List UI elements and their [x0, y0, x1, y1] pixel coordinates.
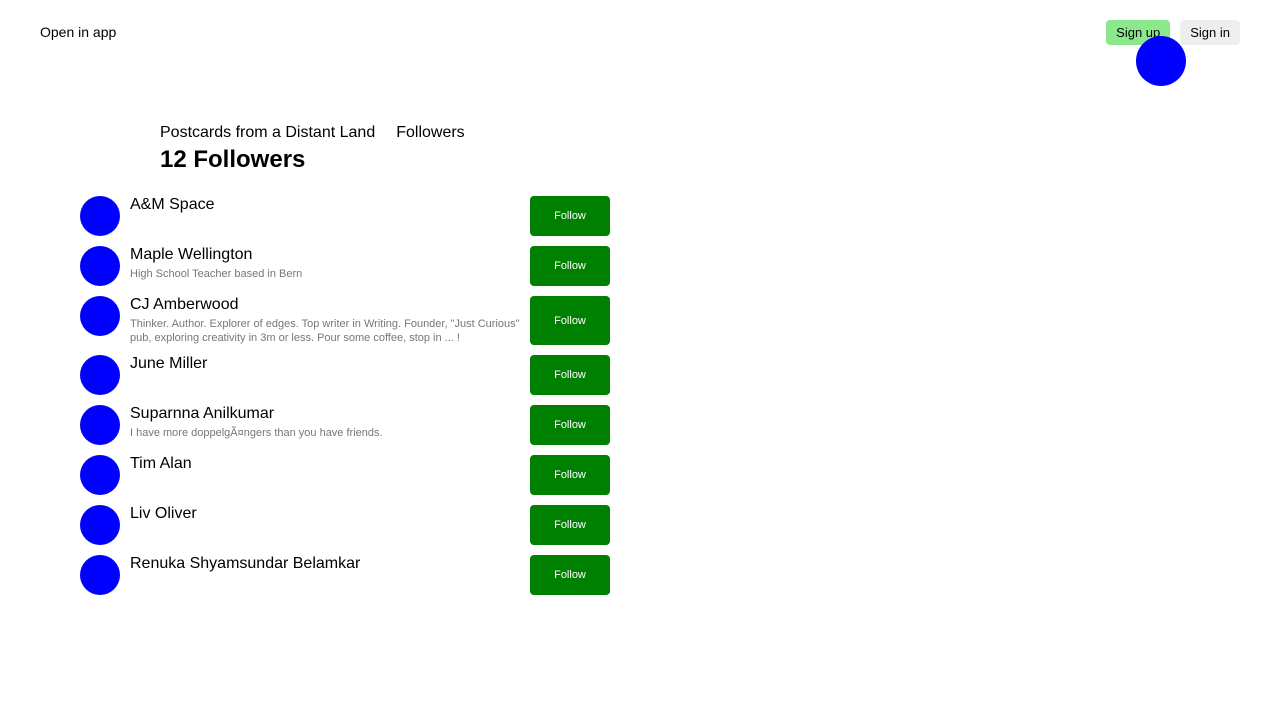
- follow-button[interactable]: Follow: [530, 355, 610, 395]
- avatar[interactable]: [80, 505, 120, 545]
- avatar[interactable]: [80, 405, 120, 445]
- follower-info: Renuka Shyamsundar Belamkar: [130, 555, 530, 595]
- follower-row: Maple Wellington High School Teacher bas…: [80, 246, 610, 286]
- follower-name[interactable]: Tim Alan: [130, 455, 530, 473]
- follower-row: CJ Amberwood Thinker. Author. Explorer o…: [80, 296, 610, 345]
- follower-row: A&M Space Follow: [80, 196, 610, 236]
- follower-info: Tim Alan: [130, 455, 530, 495]
- breadcrumb: Postcards from a Distant Land Followers: [160, 124, 465, 142]
- avatar[interactable]: [80, 355, 120, 395]
- follower-name[interactable]: A&M Space: [130, 196, 530, 214]
- page-title: 12 Followers: [160, 146, 306, 173]
- follower-info: June Miller: [130, 355, 530, 395]
- follower-name[interactable]: June Miller: [130, 355, 530, 373]
- avatar[interactable]: [80, 296, 120, 336]
- follower-bio: High School Teacher based in Bern: [130, 268, 303, 280]
- follower-row: June Miller Follow: [80, 355, 610, 395]
- top-bar: Open in app Sign up Sign in: [0, 0, 1280, 86]
- breadcrumb-followers: Followers: [396, 124, 465, 141]
- follow-button[interactable]: Follow: [530, 246, 610, 286]
- follow-button[interactable]: Follow: [530, 455, 610, 495]
- follower-row: Renuka Shyamsundar Belamkar Follow: [80, 555, 610, 595]
- follower-info: Maple Wellington High School Teacher bas…: [130, 246, 530, 286]
- follower-row: Suparnna Anilkumar I have more doppelgÃ¤…: [80, 405, 610, 445]
- follower-bio: I have more doppelgÃ¤ngers than you have…: [130, 427, 383, 439]
- follower-row: Tim Alan Follow: [80, 455, 610, 495]
- follower-row: Liv Oliver Follow: [80, 505, 610, 545]
- follower-list: A&M Space Follow Maple Wellington High S…: [80, 196, 610, 605]
- avatar[interactable]: [80, 246, 120, 286]
- follower-name[interactable]: CJ Amberwood: [130, 296, 530, 314]
- publication-avatar[interactable]: [1136, 36, 1186, 86]
- follower-info: Liv Oliver: [130, 505, 530, 545]
- follow-button[interactable]: Follow: [530, 555, 610, 595]
- follow-button[interactable]: Follow: [530, 196, 610, 236]
- breadcrumb-publication-link[interactable]: Postcards from a Distant Land: [160, 124, 375, 142]
- avatar[interactable]: [80, 555, 120, 595]
- avatar[interactable]: [80, 196, 120, 236]
- follow-button[interactable]: Follow: [530, 505, 610, 545]
- sign-in-button[interactable]: Sign in: [1180, 20, 1240, 45]
- follower-name[interactable]: Renuka Shyamsundar Belamkar: [130, 555, 530, 573]
- follower-info: CJ Amberwood Thinker. Author. Explorer o…: [130, 296, 530, 345]
- follower-name[interactable]: Suparnna Anilkumar: [130, 405, 530, 423]
- follow-button[interactable]: Follow: [530, 405, 610, 445]
- follower-name[interactable]: Maple Wellington: [130, 246, 530, 264]
- open-in-app-link[interactable]: Open in app: [40, 24, 116, 40]
- follow-button[interactable]: Follow: [530, 296, 610, 345]
- follower-info: Suparnna Anilkumar I have more doppelgÃ¤…: [130, 405, 530, 445]
- avatar[interactable]: [80, 455, 120, 495]
- follower-info: A&M Space: [130, 196, 530, 236]
- follower-bio: Thinker. Author. Explorer of edges. Top …: [130, 318, 520, 344]
- follower-name[interactable]: Liv Oliver: [130, 505, 530, 523]
